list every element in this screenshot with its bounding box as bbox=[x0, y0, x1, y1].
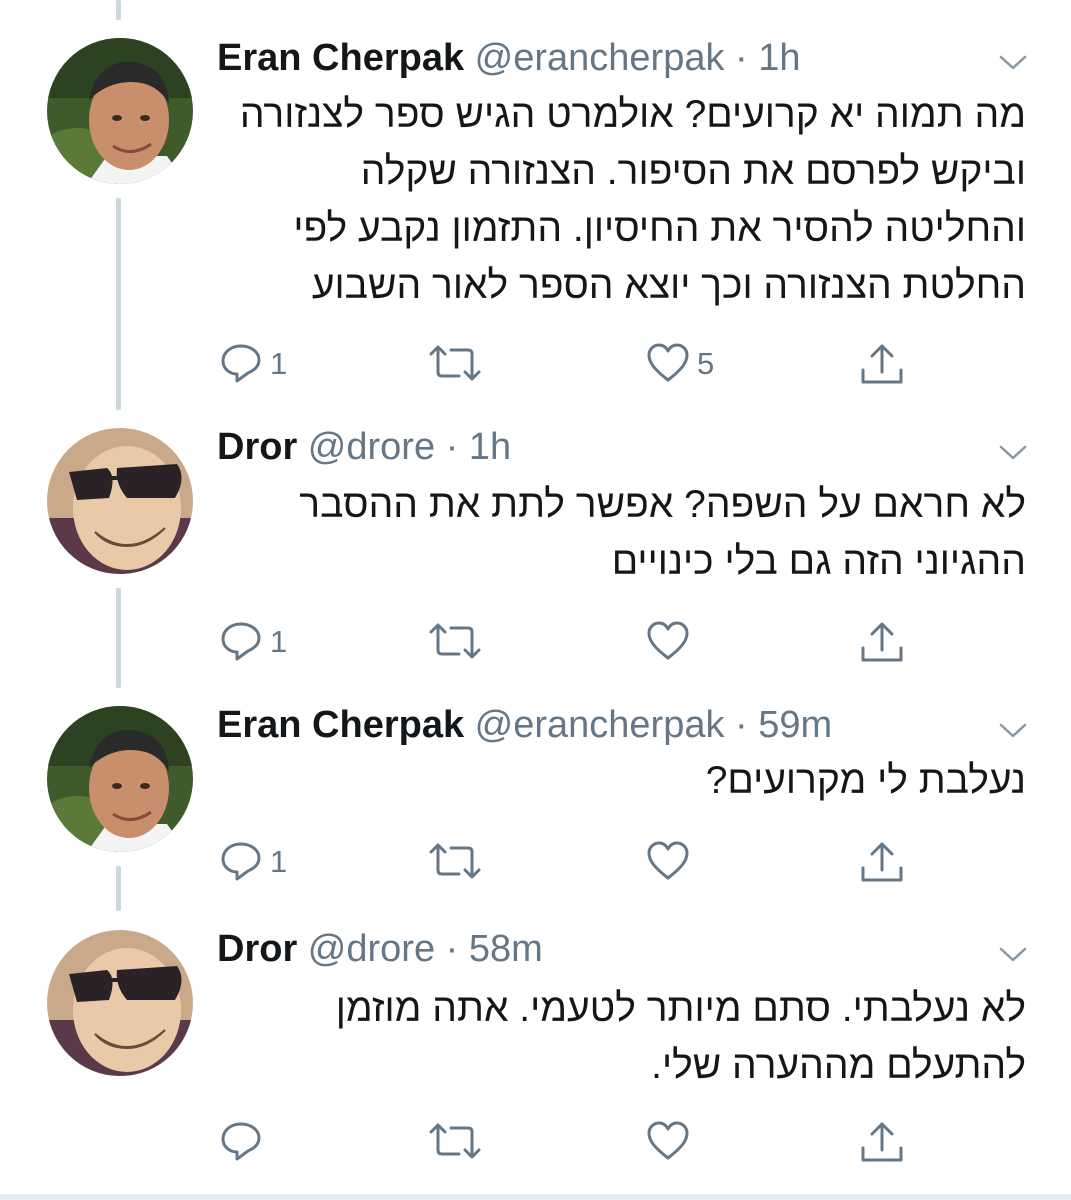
text-line: לא נעלבתי. סתם מיותר לטעמי. אתה מוזמן bbox=[335, 987, 1026, 1030]
like-icon bbox=[647, 343, 689, 382]
share-icon bbox=[861, 842, 903, 882]
text-line: לא חראם על השפה? אפשר לתת את ההסבר bbox=[299, 483, 1026, 526]
text-line: מה תמוה יא קרועים? אולמרט הגיש ספר לצנזו… bbox=[239, 93, 1026, 136]
retweet-button[interactable] bbox=[427, 618, 487, 668]
tweet[interactable]: Dror @drore · 58m לא נעלבתי. סתם מיותר ל… bbox=[0, 912, 1071, 1194]
reply-icon bbox=[221, 344, 261, 383]
like-icon bbox=[647, 1121, 689, 1160]
reply-button[interactable]: 1 bbox=[218, 618, 298, 668]
user-handle[interactable]: @erancherpak bbox=[475, 37, 725, 79]
tweet-text: לא נעלבתי. סתם מיותר לטעמי. אתה מוזמן לה… bbox=[206, 980, 1026, 1094]
user-handle[interactable]: @drore bbox=[308, 426, 435, 468]
reply-icon bbox=[221, 622, 261, 661]
display-name[interactable]: Eran Cherpak bbox=[217, 704, 464, 746]
action-bar: 1 bbox=[0, 618, 1071, 668]
tweet-header: Eran Cherpak @erancherpak · 59m bbox=[217, 700, 832, 750]
share-icon bbox=[861, 1122, 903, 1162]
retweet-icon bbox=[429, 1123, 481, 1159]
share-icon bbox=[861, 622, 903, 662]
action-bar: 1 bbox=[0, 838, 1071, 888]
reply-icon bbox=[221, 1122, 261, 1161]
tweet[interactable]: Dror @drore · 1h לא חראם על השפה? אפשר ל… bbox=[0, 410, 1071, 690]
retweet-icon bbox=[429, 623, 481, 659]
share-icon bbox=[861, 344, 903, 384]
share-button[interactable] bbox=[858, 838, 908, 888]
retweet-icon bbox=[429, 345, 481, 381]
like-button[interactable]: 5 bbox=[645, 340, 725, 390]
retweet-icon bbox=[429, 843, 481, 879]
chevron-down-icon[interactable] bbox=[996, 718, 1030, 742]
user-handle[interactable]: @erancherpak bbox=[475, 704, 725, 746]
timestamp[interactable]: 1h bbox=[758, 37, 800, 79]
avatar[interactable] bbox=[47, 38, 193, 184]
share-button[interactable] bbox=[858, 1118, 908, 1168]
timestamp[interactable]: 58m bbox=[469, 928, 543, 970]
bottom-divider bbox=[0, 1194, 1071, 1200]
reply-icon bbox=[221, 842, 261, 881]
avatar[interactable] bbox=[47, 930, 193, 1076]
display-name[interactable]: Dror bbox=[217, 928, 297, 970]
tweet[interactable]: Eran Cherpak @erancherpak · 59m נעלבת לי… bbox=[0, 690, 1071, 912]
separator-dot: · bbox=[735, 37, 748, 79]
like-button[interactable] bbox=[645, 838, 725, 888]
text-line: ההגיוני הזה גם בלי כינויים bbox=[611, 540, 1026, 583]
separator-dot: · bbox=[445, 426, 459, 468]
avatar[interactable] bbox=[47, 428, 193, 574]
chevron-down-icon[interactable] bbox=[996, 440, 1030, 464]
reply-button[interactable]: 1 bbox=[218, 340, 298, 390]
like-button[interactable] bbox=[645, 618, 725, 668]
text-line: וביקש לפרסם את הסיפור. הצנזורה שקלה bbox=[360, 150, 1026, 193]
reply-count: 1 bbox=[270, 624, 288, 659]
share-button[interactable] bbox=[858, 618, 908, 668]
like-count: 5 bbox=[697, 346, 715, 381]
reply-button[interactable] bbox=[218, 1118, 298, 1168]
reply-button[interactable]: 1 bbox=[218, 838, 298, 888]
text-line: נעלבת לי מקרועים? bbox=[705, 759, 1026, 802]
avatar[interactable] bbox=[47, 706, 193, 852]
tweet-header: Dror @drore · 58m bbox=[217, 924, 543, 974]
separator-dot: · bbox=[735, 704, 748, 746]
text-line: החלטת הצנזורה וכך יוצא הספר לאור השבוע bbox=[311, 264, 1026, 307]
reply-count: 1 bbox=[270, 844, 288, 879]
tweet-text: נעלבת לי מקרועים? bbox=[206, 752, 1026, 809]
display-name[interactable]: Dror bbox=[217, 426, 297, 468]
text-line: והחליטה להסיר את החיסיון. התזמון נקבע לפ… bbox=[293, 207, 1026, 250]
display-name[interactable]: Eran Cherpak bbox=[217, 37, 464, 79]
tweet[interactable]: Eran Cherpak @erancherpak · 1h מה תמוה י… bbox=[0, 0, 1071, 410]
text-line: להתעלם מההערה שלי. bbox=[651, 1044, 1026, 1087]
like-button[interactable] bbox=[645, 1118, 725, 1168]
tweet-text: לא חראם על השפה? אפשר לתת את ההסבר ההגיו… bbox=[206, 476, 1026, 590]
timestamp[interactable]: 59m bbox=[758, 704, 832, 746]
share-button[interactable] bbox=[858, 340, 908, 390]
tweet-header: Eran Cherpak @erancherpak · 1h bbox=[217, 33, 801, 83]
like-icon bbox=[647, 621, 689, 660]
retweet-button[interactable] bbox=[427, 838, 487, 888]
reply-count: 1 bbox=[270, 346, 288, 381]
separator-dot: · bbox=[445, 928, 459, 970]
chevron-down-icon[interactable] bbox=[996, 50, 1030, 74]
tweet-text: מה תמוה יא קרועים? אולמרט הגיש ספר לצנזו… bbox=[206, 86, 1026, 314]
chevron-down-icon[interactable] bbox=[996, 942, 1030, 966]
tweet-header: Dror @drore · 1h bbox=[217, 422, 511, 472]
action-bar bbox=[0, 1118, 1071, 1168]
like-icon bbox=[647, 841, 689, 880]
retweet-button[interactable] bbox=[427, 340, 487, 390]
user-handle[interactable]: @drore bbox=[308, 928, 435, 970]
timestamp[interactable]: 1h bbox=[469, 426, 511, 468]
retweet-button[interactable] bbox=[427, 1118, 487, 1168]
action-bar: 1 5 bbox=[0, 340, 1071, 390]
